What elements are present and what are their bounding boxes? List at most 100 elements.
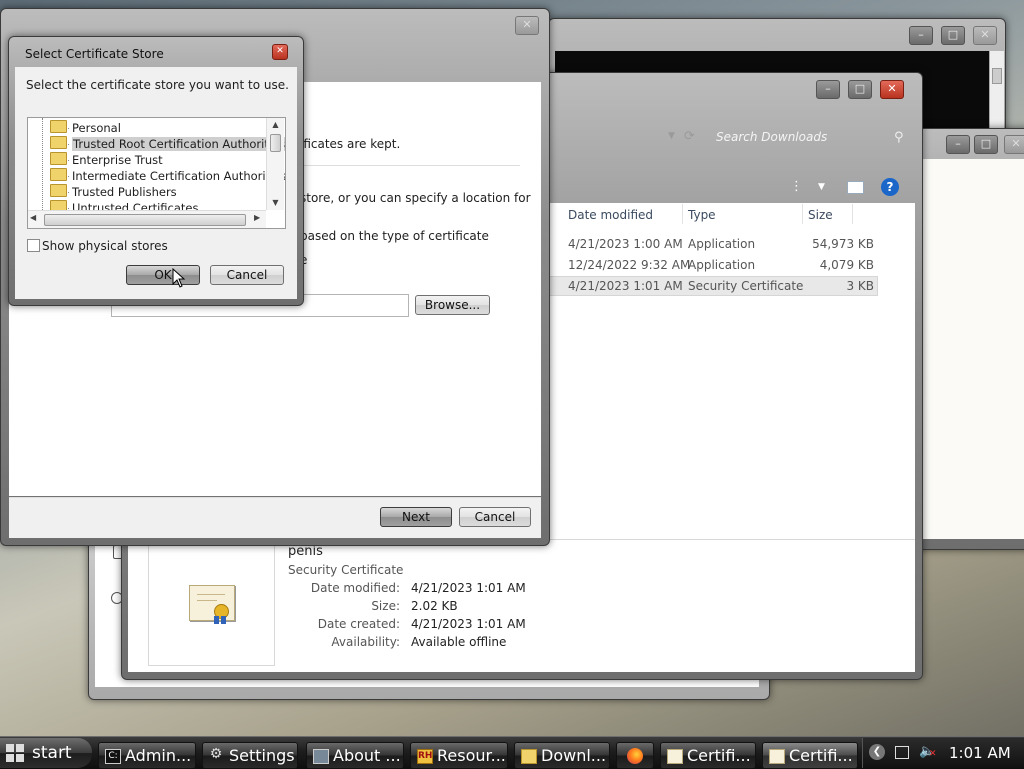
- taskbar-item-label: Admin...: [125, 746, 192, 765]
- details-value: 4/21/2023 1:01 AM: [411, 617, 526, 631]
- network-icon[interactable]: [895, 746, 909, 759]
- scroll-up-icon[interactable]: ▲: [267, 118, 284, 132]
- taskbar-item-certificate-2[interactable]: Certifi...: [762, 742, 858, 769]
- chevron-down-icon[interactable]: ▼: [668, 131, 675, 141]
- window-icon: [313, 749, 329, 764]
- taskbar-item-downloads[interactable]: Downl...: [514, 742, 610, 769]
- windows-logo-icon: [6, 744, 24, 762]
- taskbar-item-label: About ...: [333, 746, 401, 765]
- tree-item-label: Enterprise Trust: [72, 153, 163, 167]
- folder-icon: [50, 136, 67, 149]
- details-label: Size:: [371, 599, 400, 613]
- close-button[interactable]: ✕: [515, 16, 539, 35]
- tree-item-trusted-publishers[interactable]: Trusted Publishers: [50, 184, 177, 200]
- taskbar-item-admin[interactable]: C: Admin...: [98, 742, 196, 769]
- taskbar-item-label: Certifi...: [687, 746, 751, 765]
- details-value: 2.02 KB: [411, 599, 458, 613]
- folder-icon: [50, 168, 67, 181]
- row-type: Application: [688, 237, 756, 251]
- gear-icon: ⚙: [209, 746, 223, 762]
- wizard-text: ificates are kept.: [300, 137, 401, 151]
- row-size: 4,079 KB: [819, 258, 874, 272]
- close-button[interactable]: ✕: [973, 26, 997, 45]
- cancel-button[interactable]: Cancel: [459, 507, 531, 527]
- folder-icon: [50, 120, 67, 133]
- taskbar-item-about[interactable]: About ...: [306, 742, 404, 769]
- minimize-button[interactable]: –: [816, 80, 840, 99]
- wizard-divider: [300, 165, 520, 166]
- tree-item-label-selected: Trusted Root Certification Authorities: [72, 137, 286, 151]
- scroll-down-icon[interactable]: ▼: [267, 196, 284, 210]
- ok-button[interactable]: OK: [126, 265, 200, 285]
- minimize-button[interactable]: –: [946, 135, 970, 154]
- column-header-type[interactable]: Type: [688, 208, 716, 222]
- details-label: Date created:: [317, 617, 400, 631]
- search-icon[interactable]: ⚲: [894, 130, 904, 145]
- folder-icon: [50, 152, 67, 165]
- wizard-text: based on the type of certificate: [300, 229, 489, 243]
- refresh-icon[interactable]: ⟳: [684, 129, 695, 144]
- details-value: 4/21/2023 1:01 AM: [411, 581, 526, 595]
- help-icon[interactable]: ?: [881, 178, 899, 196]
- table-row[interactable]: 4/21/2023 1:00 AM Application 54,973 KB: [548, 234, 878, 254]
- minimize-button[interactable]: –: [909, 26, 933, 45]
- table-row-selected[interactable]: 4/21/2023 1:01 AM Security Certificate 3…: [548, 276, 878, 296]
- scroll-thumb[interactable]: [270, 134, 281, 152]
- cancel-button[interactable]: Cancel: [210, 265, 284, 285]
- scroll-right-icon[interactable]: ▶: [254, 213, 260, 222]
- vertical-scrollbar[interactable]: ▲ ▼: [266, 118, 284, 210]
- details-label: Availability:: [331, 635, 400, 649]
- taskbar-item-settings[interactable]: ⚙ Settings: [202, 742, 298, 769]
- column-header-size[interactable]: Size: [808, 208, 833, 222]
- close-button[interactable]: ✕: [880, 80, 904, 99]
- tree-item-label: Intermediate Certification Authorities: [72, 169, 286, 183]
- column-divider[interactable]: [852, 204, 853, 224]
- scroll-left-icon[interactable]: ◀: [30, 213, 36, 222]
- table-row[interactable]: 12/24/2022 9:32 AM Application 4,079 KB: [548, 255, 878, 275]
- column-header-date[interactable]: Date modified: [568, 208, 653, 222]
- dialog-prompt: Select the certificate store you want to…: [26, 78, 289, 92]
- view-options-icon[interactable]: ⋮: [790, 179, 803, 194]
- taskbar-item-resources[interactable]: RH Resour...: [410, 742, 508, 769]
- scrollbar[interactable]: [989, 51, 1004, 129]
- tray-expand-icon[interactable]: ❮: [869, 744, 885, 760]
- taskbar-item-label: Downl...: [541, 746, 607, 765]
- store-tree[interactable]: Personal Trusted Root Certification Auth…: [27, 117, 286, 229]
- show-physical-label[interactable]: Show physical stores: [42, 239, 168, 253]
- start-button[interactable]: start: [0, 738, 92, 768]
- show-physical-checkbox[interactable]: [27, 239, 40, 252]
- tree-item-intermediate[interactable]: Intermediate Certification Authorities: [50, 168, 286, 184]
- maximize-button[interactable]: □: [848, 80, 872, 99]
- certificate-icon: [667, 749, 683, 764]
- tree-item-label: Personal: [72, 121, 121, 135]
- column-divider[interactable]: [802, 204, 803, 224]
- tree-item-personal[interactable]: Personal: [50, 120, 121, 136]
- row-size: 3 KB: [846, 279, 874, 293]
- taskbar: start C: Admin... ⚙ Settings About ... R…: [0, 736, 1024, 769]
- scroll-thumb[interactable]: [44, 214, 246, 226]
- column-divider[interactable]: [682, 204, 683, 224]
- close-button[interactable]: ✕: [272, 44, 288, 60]
- search-input[interactable]: Search Downloads: [716, 130, 827, 144]
- next-button[interactable]: Next: [380, 507, 452, 527]
- row-type: Application: [688, 258, 756, 272]
- folder-icon: [521, 749, 537, 764]
- browse-button[interactable]: Browse...: [415, 295, 490, 315]
- close-button[interactable]: ✕: [1004, 135, 1024, 154]
- chevron-down-icon[interactable]: ▼: [818, 182, 825, 192]
- horizontal-scrollbar[interactable]: ◀: [28, 210, 266, 228]
- tree-item-enterprise-trust[interactable]: Enterprise Trust: [50, 152, 163, 168]
- row-date: 4/21/2023 1:01 AM: [568, 279, 683, 293]
- system-tray: ❮ 🔈 ✕ 1:01 AM: [862, 738, 1024, 768]
- tree-item-trusted-root[interactable]: Trusted Root Certification Authorities: [50, 136, 286, 152]
- preview-pane-icon[interactable]: [847, 181, 864, 194]
- taskbar-item-certificate-1[interactable]: Certifi...: [660, 742, 756, 769]
- search-box[interactable]: Search Downloads ⚲: [694, 125, 916, 151]
- taskbar-item-firefox[interactable]: [616, 742, 654, 769]
- maximize-button[interactable]: □: [941, 26, 965, 45]
- taskbar-item-label: Certifi...: [789, 746, 853, 765]
- taskbar-item-label: Settings: [229, 746, 295, 765]
- maximize-button[interactable]: □: [974, 135, 998, 154]
- row-date: 12/24/2022 9:32 AM: [568, 258, 691, 272]
- clock[interactable]: 1:01 AM: [949, 744, 1011, 762]
